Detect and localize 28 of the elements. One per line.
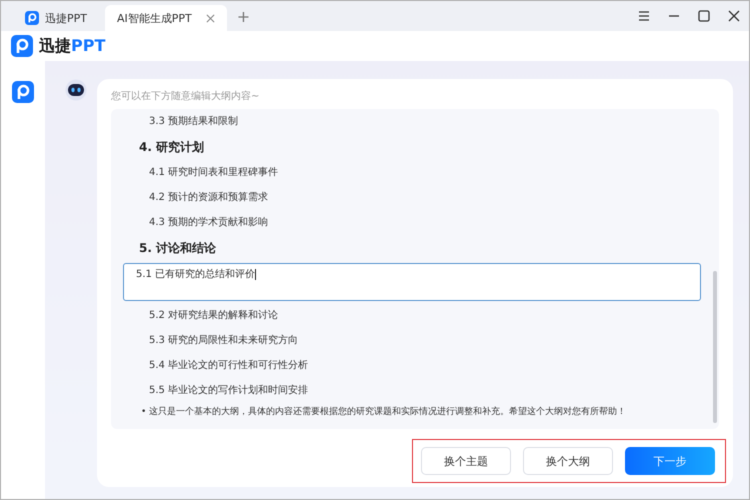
outline-item[interactable]: 3.3 预期结果和限制 (123, 109, 701, 134)
close-icon[interactable] (727, 9, 741, 23)
outline-item[interactable]: 4.1 研究时间表和里程碑事件 (123, 160, 701, 185)
app-logo-icon (11, 35, 33, 57)
outline-item[interactable]: 5.2 对研究结果的解释和讨论 (123, 303, 701, 328)
outline-heading[interactable]: 5. 讨论和结论 (123, 235, 701, 261)
tab[interactable]: 迅捷PPT (13, 5, 99, 31)
maximize-icon[interactable] (697, 9, 711, 23)
app-logo-icon[interactable] (12, 81, 34, 103)
outline-input-field[interactable]: 5.1 已有研究的总结和评价 (123, 263, 701, 301)
menu-icon[interactable] (637, 9, 651, 23)
outline-note: • 这只是一个基本的大纲，具体的内容还需要根据您的研究课题和实际情况进行调整和补充。希望这个大纲对您有所帮助！ (140, 406, 628, 419)
outline-item[interactable]: 5.3 研究的局限性和未来研究方向 (123, 328, 701, 353)
new-tab-button[interactable]: + (226, 5, 260, 31)
brand-name: 迅捷PPT (39, 36, 106, 56)
hint-text: 您可以在下方随意编辑大纲内容~ (111, 90, 260, 103)
outline-item[interactable]: 4.2 预计的资源和预算需求 (123, 185, 701, 210)
outline-heading[interactable]: 4. 研究计划 (123, 134, 701, 160)
close-tab-icon[interactable] (206, 14, 215, 22)
app-logo-icon (25, 11, 39, 25)
outline-item[interactable]: 5.4 毕业论文的可行性和可行性分析 (123, 353, 701, 378)
outline-item[interactable]: 5.5 毕业论文的写作计划和时间安排 (123, 378, 701, 403)
tab[interactable]: AI智能生成PPT (105, 5, 227, 31)
option-button[interactable]: 换个大纲 (523, 447, 613, 475)
outline-item[interactable]: 4.3 预期的学术贡献和影响 (123, 210, 701, 235)
robot-avatar-icon (65, 79, 87, 101)
scrollbar[interactable] (713, 271, 717, 423)
option-button[interactable]: 换个主题 (421, 447, 511, 475)
